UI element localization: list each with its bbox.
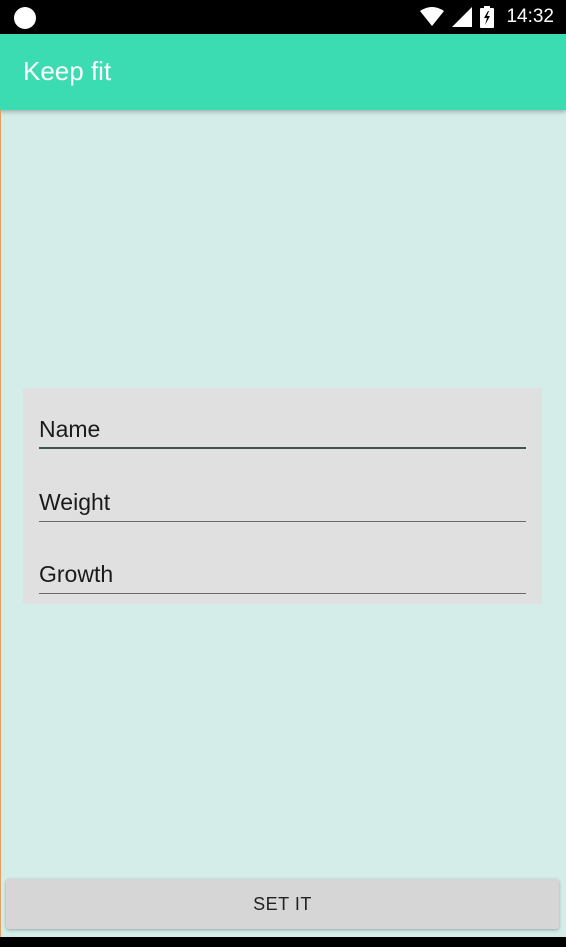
battery-charging-icon (480, 6, 495, 28)
signal-icon (452, 7, 473, 27)
status-bar: 14:32 (0, 0, 566, 34)
app-screen: 14:32 Keep fit Name Weight Growth SET IT (0, 0, 566, 947)
name-field-underline (39, 447, 526, 449)
set-it-button[interactable]: SET IT (6, 879, 559, 929)
navigation-bar (0, 937, 566, 947)
form-card: Name Weight Growth (23, 388, 542, 604)
status-time: 14:32 (506, 6, 554, 27)
weight-field[interactable]: Weight (39, 474, 526, 522)
growth-field-underline (39, 593, 526, 594)
weight-field-placeholder: Weight (39, 489, 111, 515)
status-icons: 14:32 (420, 0, 554, 34)
notification-dot-icon (14, 7, 36, 29)
left-edge-divider (0, 110, 1, 937)
app-title: Keep fit (23, 56, 112, 86)
app-bar: Keep fit (0, 34, 566, 110)
name-field-placeholder: Name (39, 416, 101, 442)
wifi-icon (420, 7, 445, 26)
weight-field-underline (39, 521, 526, 522)
name-field[interactable]: Name (39, 401, 526, 449)
growth-field-placeholder: Growth (39, 561, 114, 587)
growth-field[interactable]: Growth (39, 546, 526, 594)
